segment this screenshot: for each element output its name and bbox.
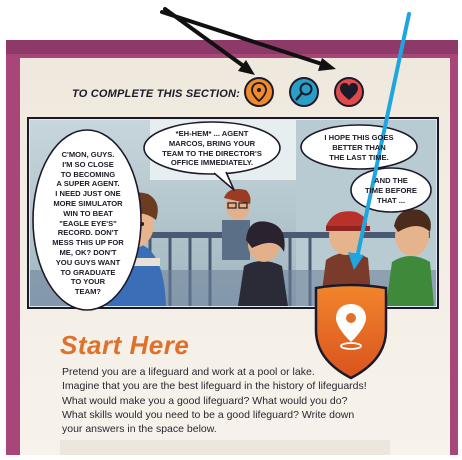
instructions-line: your answers in the space below.	[62, 423, 217, 436]
bubble-text-4: AND THE TIME BEFORE THAT ...	[365, 176, 417, 205]
start-here-heading: Start Here	[60, 330, 190, 360]
heart-icon	[334, 77, 364, 107]
instructions-line: Imagine that you are the best lifeguard …	[62, 380, 367, 393]
bubble-text-3: I HOPE THIS GOES BETTER THAN THE LAST TIME…	[324, 133, 394, 162]
location-pin-icon	[244, 77, 274, 107]
bubble-text-1: C'MON, GUYS. I'M SO CLOSE TO BECOMING A SU…	[52, 150, 124, 297]
photo-scene: TO COMPLETE THIS SECTION: C'MON, GUYS. I'…	[0, 0, 462, 458]
instructions-line: What skills would you need to be a good …	[62, 408, 355, 421]
magnifier-icon	[289, 77, 319, 107]
bubble-text-2: *EH-HEM* ... AGENT MARCOS, BRING YOUR TEA…	[162, 129, 262, 168]
instructions-text: Pretend you are a lifeguard and work at …	[62, 365, 382, 436]
section-label: TO COMPLETE THIS SECTION:	[72, 88, 240, 100]
instructions-line: What would make you a good lifeguard? Wh…	[62, 394, 348, 407]
instructions-line: Pretend you are a lifeguard and work at …	[62, 366, 315, 378]
